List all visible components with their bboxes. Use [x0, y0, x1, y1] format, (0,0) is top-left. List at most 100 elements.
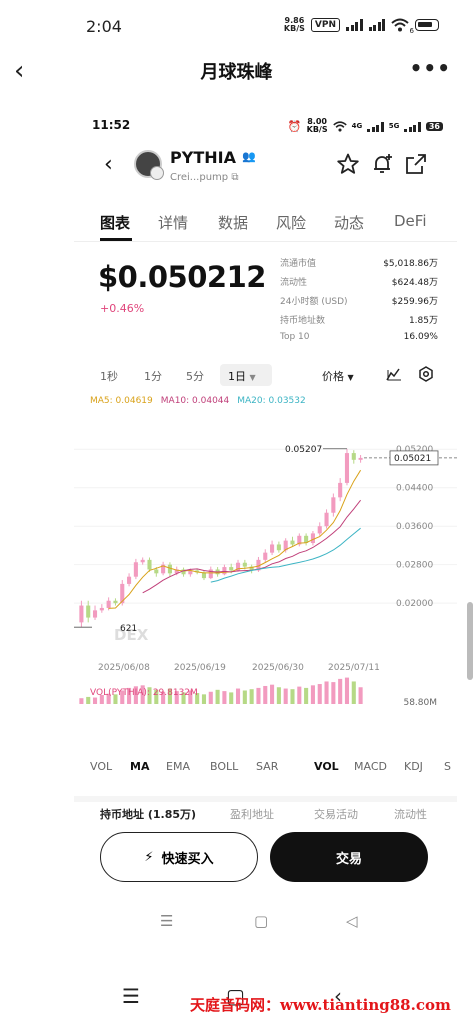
- embedded-screenshot: 11:52 ⏰ 8.00 KB/S 4G 5G 36 ‹ PYTHIA 👥 Cr…: [74, 104, 457, 984]
- ma20-line: [210, 527, 361, 583]
- indicator-boll[interactable]: BOLL: [210, 760, 238, 773]
- outer-nav-bar: ‹ 月球珠峰 •••: [0, 52, 473, 92]
- candle-body: [290, 540, 295, 545]
- quick-buy-button[interactable]: ⚡ 快速买入: [100, 832, 258, 882]
- token-address[interactable]: Crei...pump ⧉: [170, 172, 238, 183]
- wifi-icon: 6: [391, 18, 414, 35]
- y-tick-label: 0.02000: [396, 599, 433, 609]
- volume-label: VOL(PYTHIA): 29.8132M: [90, 688, 198, 698]
- inner-speed-unit: KB/S: [306, 125, 328, 134]
- indicator-ema[interactable]: EMA: [166, 760, 190, 773]
- network-speed-unit: KB/S: [283, 24, 305, 33]
- indicator-macd[interactable]: MACD: [354, 760, 387, 773]
- candle-body: [344, 453, 350, 483]
- y-tick-label: 0.02800: [396, 561, 433, 571]
- battery-icon: [415, 19, 439, 31]
- stat-label: 24小时额 (USD): [280, 297, 348, 307]
- candle-body: [222, 567, 227, 575]
- timeframe-1d-dropdown[interactable]: 1日 ▼: [220, 364, 272, 386]
- volume-bar: [290, 689, 295, 704]
- candle-body: [324, 512, 329, 527]
- ma20-label: MA20: 0.03532: [237, 396, 306, 406]
- high-price-label: 0.05207: [285, 445, 322, 455]
- outer-clock: 2:04: [86, 17, 122, 36]
- volume-bar: [304, 687, 309, 704]
- inner-signal-icon: [367, 120, 384, 132]
- active-tab-indicator: [100, 238, 132, 241]
- price-selector-label: 价格: [322, 370, 344, 383]
- price-alert-icon[interactable]: [370, 152, 394, 176]
- volume-bar: [351, 681, 356, 704]
- indicator-sar[interactable]: SAR: [256, 760, 278, 773]
- chevron-down-icon: ▼: [249, 373, 256, 382]
- candle-body: [133, 562, 138, 577]
- caret-down-icon: ▼: [347, 373, 354, 382]
- candle-body: [229, 567, 234, 571]
- trade-button[interactable]: 交易: [270, 832, 428, 882]
- indicator-chart-icon[interactable]: [386, 366, 402, 382]
- candle-body: [358, 457, 363, 460]
- timeframe-5m[interactable]: 5分: [186, 368, 204, 384]
- x-tick-label: 2025/06/30: [252, 663, 304, 673]
- price-selector[interactable]: 价格 ▼: [322, 368, 354, 384]
- indicator-vol[interactable]: VOL: [90, 760, 112, 773]
- section-divider: [74, 796, 457, 802]
- candle-body: [331, 497, 336, 513]
- inner-back-nav-icon[interactable]: ◁: [346, 912, 358, 930]
- inner-back-icon[interactable]: ‹: [104, 152, 113, 177]
- inner-home-icon[interactable]: ▢: [254, 912, 268, 930]
- tab-chart[interactable]: 图表: [100, 212, 130, 233]
- inner-net1-label: 4G: [351, 122, 363, 130]
- volume-bar: [208, 691, 213, 704]
- menu-icon[interactable]: ☰: [122, 984, 140, 1008]
- volume-bar: [283, 688, 288, 704]
- stat-label: Top 10: [280, 332, 310, 342]
- indicator-more[interactable]: S: [444, 760, 451, 773]
- token-avatar: [134, 150, 164, 180]
- star-icon[interactable]: [336, 152, 360, 176]
- volume-bar: [344, 677, 350, 704]
- indicator-kdj[interactable]: KDJ: [404, 760, 423, 773]
- tab-liquidity[interactable]: 流动性: [394, 806, 427, 822]
- tab-defi[interactable]: DeFi: [394, 212, 426, 230]
- tab-trade-activity[interactable]: 交易活动: [314, 806, 358, 822]
- token-stats: 流通市值 $5,018.86万 流动性 $624.48万 24小时额 (USD) $2…: [280, 256, 438, 351]
- inner-menu-icon[interactable]: ☰: [160, 912, 173, 930]
- indicator-sub-vol[interactable]: VOL: [314, 760, 339, 773]
- candle-body: [270, 544, 275, 553]
- wifi-sub-label: 6: [409, 27, 414, 35]
- stat-value: $259.96万: [391, 297, 438, 307]
- more-options-icon[interactable]: •••: [410, 56, 451, 80]
- timeframe-1m[interactable]: 1分: [144, 368, 162, 384]
- tab-details[interactable]: 详情: [158, 212, 188, 233]
- tab-holders[interactable]: 持币地址 (1.85万): [100, 806, 196, 822]
- alarm-icon: ⏰: [287, 119, 302, 133]
- timeframe-1s[interactable]: 1秒: [100, 368, 118, 384]
- lightning-icon: ⚡: [144, 849, 154, 865]
- ma10-label: MA10: 0.04044: [160, 396, 230, 406]
- x-tick-label: 2025/06/19: [174, 663, 226, 673]
- volume-bar: [276, 687, 281, 704]
- volume-bar: [235, 688, 241, 704]
- share-icon[interactable]: [404, 152, 428, 176]
- stat-row: Top 10 16.09%: [280, 332, 438, 351]
- y-tick-label: 0.03600: [396, 522, 433, 532]
- indicator-ma[interactable]: MA: [130, 760, 149, 773]
- ma-legend: MA5: 0.04619 MA10: 0.04044 MA20: 0.03532: [90, 396, 306, 406]
- copy-icon[interactable]: ⧉: [231, 172, 238, 183]
- candlestick-chart[interactable]: 0.052000.044000.036000.028000.020002025/…: [74, 408, 457, 708]
- volume-bar: [79, 698, 84, 704]
- candle-body: [92, 610, 98, 618]
- token-address-text: Crei...pump: [170, 172, 229, 183]
- tab-data[interactable]: 数据: [218, 212, 248, 233]
- candle-body: [147, 559, 152, 570]
- tab-risk[interactable]: 风险: [276, 212, 306, 233]
- ma5-line: [108, 469, 362, 609]
- scrollbar-thumb[interactable]: [467, 602, 473, 680]
- outer-status-icons: 9.86 KB/S VPN 6: [283, 17, 439, 35]
- settings-icon[interactable]: [418, 366, 434, 382]
- candle-body: [242, 562, 247, 567]
- stat-row: 24小时额 (USD) $259.96万: [280, 294, 438, 313]
- tab-activity[interactable]: 动态: [334, 212, 364, 233]
- tab-profit-holders[interactable]: 盈利地址: [230, 806, 274, 822]
